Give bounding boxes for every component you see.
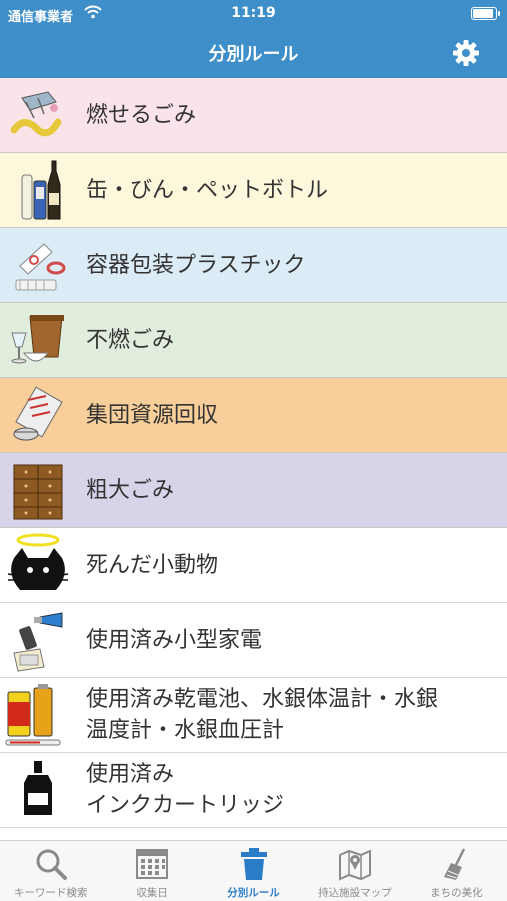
category-row-resource-recycling[interactable]: 集団資源回収: [0, 378, 507, 453]
category-label: 缶・びん・ペットボトル: [86, 177, 329, 203]
plastic-packaging-icon: [0, 228, 86, 303]
trash-can-icon: [236, 847, 272, 881]
burnable-trash-icon: [0, 78, 86, 153]
category-row-oversized[interactable]: 粗大ごみ: [0, 453, 507, 528]
battery-thermometer-icon: [0, 678, 86, 753]
category-label: 使用済み小型家電: [86, 627, 263, 653]
tab-keyword-search[interactable]: キーワード検索: [0, 841, 101, 901]
category-list: 燃せるごみ 缶・びん・ペットボトル 容器包装プラスチック 不燃ごみ 集団資源回収…: [0, 78, 507, 840]
category-row-battery-thermometer[interactable]: 使用済み乾電池、水銀体温計・水銀 温度計・水銀血圧計: [0, 678, 507, 753]
tab-label: 持込施設マップ: [318, 887, 392, 899]
category-label-line: 使用済み: [86, 762, 175, 787]
nonburnable-trash-icon: [0, 303, 86, 378]
search-icon: [33, 847, 69, 881]
broom-icon: [438, 847, 474, 881]
tab-label: キーワード検索: [13, 887, 88, 899]
tab-facility-map[interactable]: 持込施設マップ: [304, 841, 405, 901]
category-label: 容器包装プラスチック: [86, 252, 306, 278]
resource-recycling-icon: [0, 378, 86, 453]
category-row-dead-animal[interactable]: 死んだ小動物: [0, 528, 507, 603]
category-label: 不燃ごみ: [86, 327, 175, 353]
tab-sorting-rules[interactable]: 分別ルール: [203, 841, 304, 901]
category-label: 粗大ごみ: [86, 477, 175, 503]
category-label: 使用済み インクカートリッジ: [86, 759, 294, 821]
category-label: 集団資源回収: [86, 402, 219, 428]
page-title: 分別ルール: [208, 44, 299, 65]
calendar-icon: [134, 847, 170, 881]
category-row-cans-bottles[interactable]: 缶・びん・ペットボトル: [0, 153, 507, 228]
tab-label: まちの美化: [430, 887, 483, 899]
category-label: 使用済み乾電池、水銀体温計・水銀 温度計・水銀血圧計: [86, 684, 448, 746]
tab-label: 収集日: [136, 887, 168, 899]
category-row-burnable[interactable]: 燃せるごみ: [0, 78, 507, 153]
map-icon: [337, 847, 373, 881]
category-row-plastic[interactable]: 容器包装プラスチック: [0, 228, 507, 303]
bottles-cans-icon: [0, 153, 86, 228]
tab-collection-day[interactable]: 収集日: [101, 841, 202, 901]
category-label-line: 使用済み乾電池、水銀体温計・水銀: [86, 687, 439, 712]
tab-label: 分別ルール: [227, 887, 280, 899]
category-label: 死んだ小動物: [86, 552, 219, 578]
nav-bar: 分別ルール: [0, 28, 507, 78]
ink-cartridge-icon: [0, 753, 86, 828]
category-row-nonburnable[interactable]: 不燃ごみ: [0, 303, 507, 378]
tab-town-beautification[interactable]: まちの美化: [406, 841, 507, 901]
dead-animal-icon: [0, 528, 86, 603]
category-row-small-appliance[interactable]: 使用済み小型家電: [0, 603, 507, 678]
tab-bar: キーワード検索 収集日 分別ルール 持込施設マップ まちの美化: [0, 840, 507, 901]
category-label-line: インクカートリッジ: [86, 793, 285, 818]
status-time: 11:19: [231, 5, 276, 21]
category-label: 燃せるごみ: [86, 102, 197, 128]
category-row-partial[interactable]: [0, 828, 507, 840]
small-appliance-icon: [0, 603, 86, 678]
category-label-line: 温度計・水銀血圧計: [86, 718, 285, 743]
oversized-trash-icon: [0, 453, 86, 528]
battery-icon: [471, 7, 500, 20]
category-row-ink-cartridge[interactable]: 使用済み インクカートリッジ: [0, 753, 507, 828]
status-bar: 通信事業者 11:19: [0, 0, 507, 28]
gear-icon[interactable]: [451, 38, 481, 68]
